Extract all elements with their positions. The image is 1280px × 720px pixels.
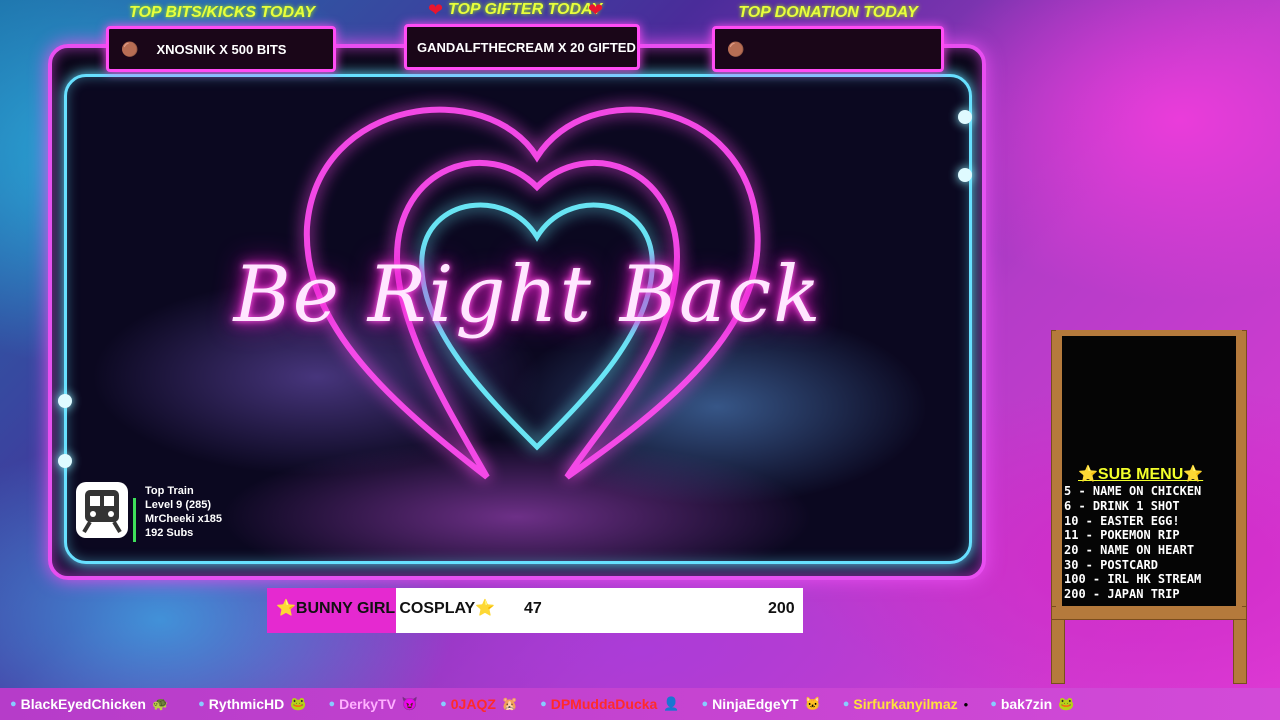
ticker-username: bak7zin <box>1000 696 1053 712</box>
train-icon <box>76 482 128 538</box>
coin-icon: 🟤 <box>121 40 139 57</box>
sub-menu-item: 10 - EASTER EGG! <box>1064 514 1180 528</box>
badge-icon: ● <box>440 698 447 710</box>
frame-light <box>958 168 972 182</box>
goal-label: ⭐BUNNY GIRL COSPLAY⭐ <box>276 600 496 617</box>
ticker-username: DerkyTV <box>339 696 396 712</box>
ticker-username: DPMuddaDucka <box>550 696 658 712</box>
train-level: Level 9 (285) <box>145 499 212 511</box>
badge-icon: ● <box>10 698 17 710</box>
emote-icon: 🐱 <box>804 696 821 711</box>
badge-icon: ● <box>842 698 850 710</box>
sub-menu-item: 200 - JAPAN TRIP <box>1064 587 1180 601</box>
ticker-user: ● NinjaEdgeYT 🐱 <box>702 696 821 712</box>
ticker-user: ● 0JAQZ 🐹 <box>440 696 518 712</box>
emote-icon: 🐢 <box>151 696 169 711</box>
sub-menu-title: ⭐SUB MENU⭐ <box>1078 466 1204 483</box>
train-progress-bar <box>133 498 136 542</box>
ticker-username: BlackEyedChicken <box>20 696 146 712</box>
ticker-user: ● BlackEyedChicken 🐢 <box>10 696 168 712</box>
ticker-user: ● DerkyTV 😈 <box>328 696 418 712</box>
coin-icon: 🟤 <box>727 40 745 57</box>
frame-light <box>58 394 72 408</box>
sub-menu-item: 30 - POSTCARD <box>1064 558 1158 572</box>
sub-menu-item: 6 - DRINK 1 SHOT <box>1064 499 1180 513</box>
badge-icon: ● <box>701 698 709 710</box>
sub-menu-item: 20 - NAME ON HEART <box>1064 543 1195 557</box>
emote-icon: 🐹 <box>501 696 519 711</box>
ticker-user: ● Sirfurkanyilmaz • <box>843 696 968 712</box>
badge-icon: ● <box>198 698 205 710</box>
heart-icon: ❤ <box>428 0 444 20</box>
emote-icon: 🐸 <box>290 696 307 711</box>
frame-light <box>958 110 972 124</box>
emote-icon: 😈 <box>401 696 419 711</box>
ticker-user: ● bak7zin 🐸 <box>990 696 1074 712</box>
top-bits-label: TOP BITS/KICKS TODAY <box>128 4 316 21</box>
ticker-username: 0JAQZ <box>450 696 496 712</box>
train-title: Top Train <box>145 485 194 497</box>
brb-title: Be Right Back <box>233 250 823 340</box>
ticker-username: Sirfurkanyilmaz <box>853 696 958 712</box>
top-bits-value: XNOSNIK X 500 BITS <box>156 41 287 57</box>
sub-menu-item: 100 - IRL HK STREAM <box>1064 572 1202 586</box>
top-bits-box: 🟤 XNOSNIK X 500 BITS <box>106 26 336 72</box>
emote-icon: 👤 <box>663 696 680 711</box>
train-top-user: MrCheeki x185 <box>145 513 223 525</box>
ticker-username: RythmicHD <box>208 696 285 712</box>
top-gifter-label: TOP GIFTER TODAY <box>448 1 603 18</box>
ticker-username: NinjaEdgeYT <box>712 696 799 712</box>
top-gifter-box: GANDALFTHECREAM X 20 GIFTED <box>404 24 640 70</box>
sub-menu-item: 5 - NAME ON CHICKEN <box>1064 484 1202 498</box>
heart-icon: ❤ <box>588 0 604 20</box>
badge-icon: ● <box>990 698 997 710</box>
ticker-user: ● DPMuddaDucka 👤 <box>540 696 679 712</box>
emote-icon: 🐸 <box>1058 696 1075 711</box>
emote-icon: • <box>963 696 969 712</box>
top-gifter-value: GANDALFTHECREAM X 20 GIFTED <box>417 39 636 55</box>
goal-current: 47 <box>524 600 542 617</box>
goal-max: 200 <box>768 600 795 617</box>
train-subs: 192 Subs <box>145 527 194 539</box>
chat-ticker: ● BlackEyedChicken 🐢 ● RythmicHD 🐸 ● Der… <box>0 688 1280 720</box>
top-donation-label: TOP DONATION TODAY <box>738 4 918 21</box>
top-donation-box: 🟤 <box>712 26 944 72</box>
ticker-user: ● RythmicHD 🐸 <box>198 696 306 712</box>
badge-icon: ● <box>540 698 547 710</box>
sub-menu-item: 11 - POKEMON RIP <box>1064 528 1180 542</box>
badge-icon: ● <box>328 698 336 710</box>
frame-light <box>58 454 72 468</box>
